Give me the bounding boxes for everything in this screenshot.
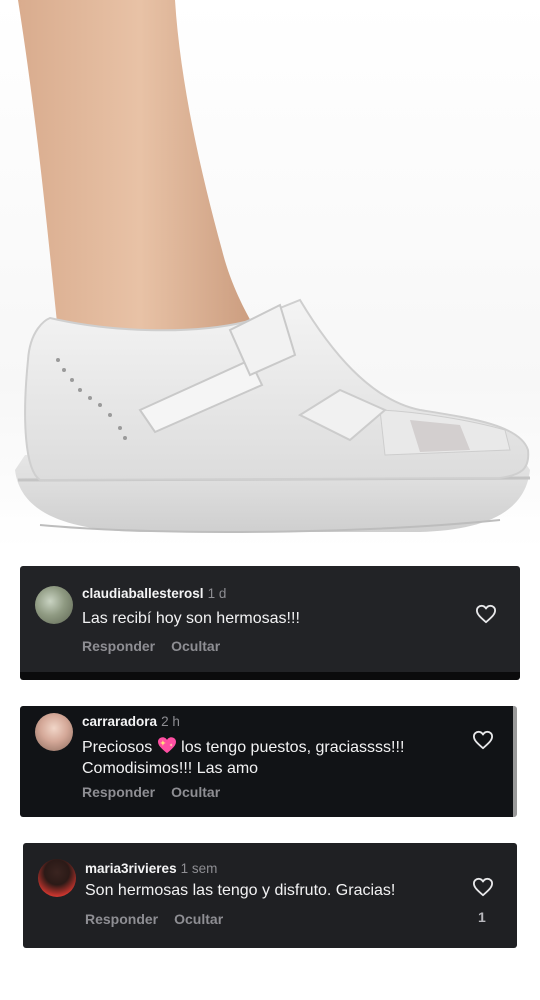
shoe-image: [15, 0, 531, 533]
comment-actions: Responder Ocultar: [82, 784, 236, 800]
hide-button[interactable]: Ocultar: [174, 911, 223, 927]
heart-icon[interactable]: [475, 604, 497, 624]
product-photo: [0, 0, 540, 550]
hide-button[interactable]: Ocultar: [171, 638, 220, 654]
comment-card: maria3rivieres 1 sem Son hermosas las ten…: [23, 843, 517, 948]
like-count[interactable]: 1: [478, 909, 486, 925]
timestamp: 1 d: [207, 586, 227, 601]
heart-icon[interactable]: [472, 877, 494, 897]
comment-card: carraradora 2 h Preciosos los tengo puest…: [20, 706, 517, 817]
timestamp: 1 sem: [180, 861, 218, 876]
username[interactable]: claudiaballesterosl: [82, 586, 204, 601]
timestamp: 2 h: [161, 714, 180, 729]
comment-header: carraradora 2 h: [82, 714, 180, 729]
heart-icon[interactable]: [472, 730, 494, 750]
comment-text: Son hermosas las tengo y disfruto. Graci…: [85, 882, 396, 899]
reply-button[interactable]: Responder: [85, 911, 158, 927]
comment-text: Preciosos los tengo puestos, graciassss!…: [82, 736, 452, 779]
username[interactable]: maria3rivieres: [85, 861, 177, 876]
comment-actions: Responder Ocultar: [85, 911, 239, 927]
comment-text-part: Preciosos: [82, 739, 153, 756]
comment-header: maria3rivieres 1 sem: [85, 861, 217, 876]
avatar[interactable]: [38, 859, 76, 897]
avatar[interactable]: [35, 586, 73, 624]
reply-button[interactable]: Responder: [82, 638, 155, 654]
reply-button[interactable]: Responder: [82, 784, 155, 800]
comment-card: claudiaballesterosl 1 d Las recibí hoy so…: [20, 566, 520, 680]
avatar[interactable]: [35, 713, 73, 751]
comment-text: Las recibí hoy son hermosas!!!: [82, 610, 300, 627]
username[interactable]: carraradora: [82, 714, 157, 729]
comment-header: claudiaballesterosl 1 d: [82, 586, 226, 601]
sparkling-heart-icon: [157, 737, 176, 754]
comment-actions: Responder Ocultar: [82, 638, 236, 654]
hide-button[interactable]: Ocultar: [171, 784, 220, 800]
